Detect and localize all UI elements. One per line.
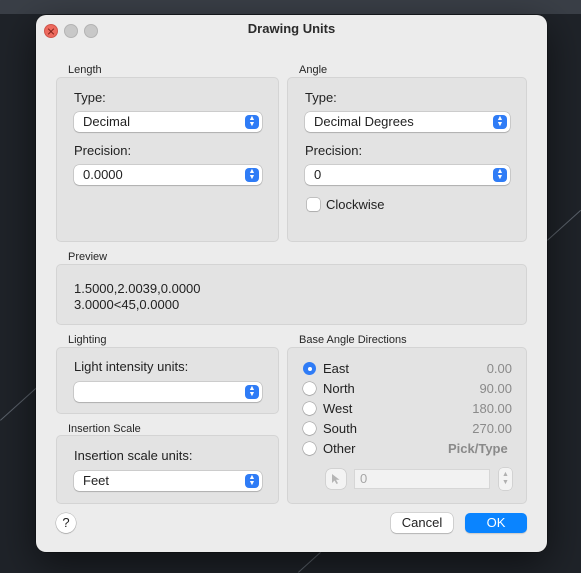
clockwise-checkbox[interactable] — [307, 198, 320, 211]
length-type-select[interactable]: Decimal ▲ ▼ — [74, 112, 262, 132]
length-section-label: Length — [68, 64, 102, 76]
radio-north-label[interactable]: North — [323, 381, 355, 396]
length-type-label: Type: — [74, 90, 106, 105]
radio-east[interactable] — [303, 362, 316, 375]
ok-button[interactable]: OK — [465, 513, 527, 533]
radio-south-label[interactable]: South — [323, 421, 357, 436]
chevron-updown-icon: ▲ ▼ — [245, 385, 259, 399]
pick-cursor-icon — [332, 474, 340, 484]
lighting-group: Light intensity units: ▲ ▼ — [56, 347, 279, 414]
radio-north[interactable] — [303, 382, 316, 395]
stepper-down-icon: ▼ — [502, 479, 509, 486]
radio-north-value: 90.00 — [479, 381, 512, 396]
drawing-units-dialog: Drawing Units Length Type: Decimal ▲ ▼ Pr… — [36, 15, 547, 552]
radio-west[interactable] — [303, 402, 316, 415]
radio-west-label[interactable]: West — [323, 401, 352, 416]
pick-type-label: Pick/Type — [448, 441, 508, 456]
background-window-top — [0, 0, 581, 14]
dialog-title: Drawing Units — [247, 21, 336, 36]
help-button[interactable]: ? — [56, 513, 76, 533]
radio-west-value: 180.00 — [472, 401, 512, 416]
chevron-updown-icon: ▲ ▼ — [245, 115, 259, 129]
base-angle-group: East 0.00 North 90.00 West 180.00 South … — [287, 347, 527, 504]
light-intensity-select[interactable]: ▲ ▼ — [74, 382, 262, 402]
background-drawing-line — [298, 551, 321, 573]
radio-south[interactable] — [303, 422, 316, 435]
background-drawing-line — [547, 209, 581, 241]
preview-section-label: Preview — [68, 251, 108, 263]
angle-section-label: Angle — [299, 64, 328, 76]
angle-type-select[interactable]: Decimal Degrees ▲ ▼ — [305, 112, 510, 132]
preview-line-2: 3.0000<45,0.0000 — [74, 297, 180, 312]
radio-east-value: 0.00 — [486, 361, 512, 376]
insertion-units-value: Feet — [83, 473, 110, 488]
chevron-updown-icon: ▲ ▼ — [245, 474, 259, 488]
insertion-units-label: Insertion scale units: — [74, 448, 193, 463]
insertion-units-select[interactable]: Feet ▲ ▼ — [74, 471, 262, 491]
base-angle-section-label: Base Angle Directions — [299, 334, 407, 346]
radio-other[interactable] — [303, 442, 316, 455]
angle-precision-label: Precision: — [305, 143, 363, 158]
angle-precision-select[interactable]: 0 ▲ ▼ — [305, 165, 510, 185]
angle-type-label: Type: — [305, 90, 337, 105]
angle-stepper[interactable]: ▲ ▼ — [499, 468, 512, 490]
preview-group: 1.5000,2.0039,0.0000 3.0000<45,0.0000 — [56, 264, 527, 325]
chevron-updown-icon: ▲ ▼ — [493, 168, 507, 182]
insertion-scale-section-label: Insertion Scale — [68, 423, 141, 435]
cancel-button[interactable]: Cancel — [391, 513, 453, 533]
length-precision-select[interactable]: 0.0000 ▲ ▼ — [74, 165, 262, 185]
chevron-updown-icon: ▲ ▼ — [245, 168, 259, 182]
radio-south-value: 270.00 — [472, 421, 512, 436]
insertion-scale-group: Insertion scale units: Feet ▲ ▼ — [56, 435, 279, 504]
radio-other-label[interactable]: Other — [323, 441, 356, 456]
light-intensity-label: Light intensity units: — [74, 359, 189, 374]
angle-group: Type: Decimal Degrees ▲ ▼ Precision: 0 ▲ ▼… — [287, 77, 527, 242]
radio-east-label[interactable]: East — [323, 361, 349, 376]
length-precision-value: 0.0000 — [83, 167, 123, 182]
stepper-up-icon: ▲ — [502, 471, 509, 478]
angle-precision-value: 0 — [314, 167, 322, 182]
chevron-updown-icon: ▲ ▼ — [493, 115, 507, 129]
preview-line-1: 1.5000,2.0039,0.0000 — [74, 281, 201, 296]
other-angle-input[interactable]: 0 — [354, 469, 490, 489]
pick-angle-button[interactable] — [326, 469, 346, 489]
length-precision-label: Precision: — [74, 143, 132, 158]
lighting-section-label: Lighting — [68, 334, 107, 346]
clockwise-label[interactable]: Clockwise — [326, 197, 385, 212]
length-group: Type: Decimal ▲ ▼ Precision: 0.0000 ▲ ▼ — [56, 77, 279, 242]
length-type-value: Decimal — [83, 114, 130, 129]
angle-type-value: Decimal Degrees — [314, 114, 414, 129]
